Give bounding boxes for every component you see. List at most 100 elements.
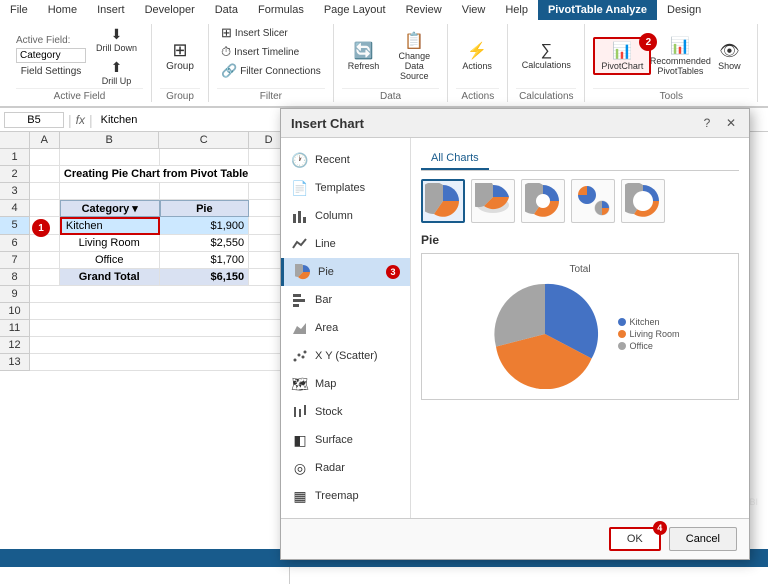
row-header-9[interactable]: 9 [0,286,30,303]
chart-type-xy-scatter[interactable]: X Y (Scatter) [281,342,410,370]
cell-b3[interactable] [60,183,160,200]
cell-12[interactable] [30,337,289,354]
cell-reference-box[interactable] [4,112,64,128]
row-header-5[interactable]: 5 [0,217,30,235]
chart-subtype-pie[interactable] [421,179,465,223]
table-row: 8 Grand Total $6,150 [0,269,289,286]
chart-subtype-doughnut[interactable] [521,179,565,223]
calculations-button[interactable]: ∑ Calculations [516,40,576,72]
chart-type-map[interactable]: 🗺 Map [281,370,410,398]
cell-a3[interactable] [30,183,60,200]
cell-10[interactable] [30,303,289,320]
cell-a4[interactable] [30,200,60,217]
cell-b6-livingroom[interactable]: Living Room [60,235,160,252]
tab-file[interactable]: File [0,0,38,20]
insert-timeline-button[interactable]: ⏱ Insert Timeline [217,43,303,61]
tab-insert[interactable]: Insert [87,0,135,20]
tab-developer[interactable]: Developer [135,0,205,20]
row-header-7[interactable]: 7 [0,252,30,269]
row-header-13[interactable]: 13 [0,354,30,371]
tab-pivottable-analyze[interactable]: PivotTable Analyze [538,0,657,20]
row-header-3[interactable]: 3 [0,183,30,200]
cell-b7-office[interactable]: Office [60,252,160,269]
row-header-8[interactable]: 8 [0,269,30,286]
row-header-11[interactable]: 11 [0,320,30,337]
row-header-1[interactable]: 1 [0,149,30,166]
cell-b8-grandtotal[interactable]: Grand Total [60,269,160,286]
cell-c5-sales[interactable]: $1,900 [160,217,250,235]
cell-a2[interactable] [30,166,60,183]
active-field-input[interactable] [16,48,86,63]
chart-preview: Total [421,253,739,400]
actions-button[interactable]: ⚡ Actions [456,39,498,73]
col-header-b[interactable]: B [60,132,160,149]
tab-formulas[interactable]: Formulas [248,0,314,20]
cell-c4-sumofsales[interactable]: Pie [160,200,250,217]
ok-button[interactable]: OK 4 [609,527,661,551]
row-header-6[interactable]: 6 [0,235,30,252]
drill-up-button[interactable]: ⬆ Drill Up [96,57,138,88]
cell-c7-sales[interactable]: $1,700 [160,252,250,269]
tab-view[interactable]: View [452,0,496,20]
chart-type-treemap[interactable]: ▦ Treemap [281,482,410,510]
change-data-source-button[interactable]: 📋 Change Data Source [389,29,439,83]
cell-b2-title[interactable]: Creating Pie Chart from Pivot Table [60,166,289,183]
cell-c8-total[interactable]: $6,150 [160,269,250,286]
filter-connections-button[interactable]: 🔗 Filter Connections [217,62,325,80]
chart-type-bar[interactable]: Bar [281,286,410,314]
chart-type-templates[interactable]: 📄 Templates [281,174,410,202]
cell-b5-kitchen[interactable]: Kitchen [60,217,160,235]
chart-type-area[interactable]: Area [281,314,410,342]
cancel-button[interactable]: Cancel [669,527,737,551]
group-button[interactable]: ⊞ Group [160,38,200,74]
chart-type-radar[interactable]: ◎ Radar [281,454,410,482]
show-button[interactable]: 👁 Show [709,39,749,73]
chart-subtype-pie-of-pie[interactable] [571,179,615,223]
col-header-c[interactable]: C [159,132,249,149]
pivotchart-button[interactable]: 📊 PivotChart 2 [593,37,651,75]
cell-13[interactable] [30,354,289,371]
tab-design[interactable]: Design [657,0,711,20]
cell-b1[interactable] [60,149,160,166]
dialog-help-button[interactable]: ? [699,115,715,131]
chart-type-line[interactable]: Line [281,230,410,258]
tab-data[interactable]: Data [205,0,248,20]
cell-b4-category[interactable]: Category ▾ [60,200,160,217]
insert-slicer-button[interactable]: ⊞ Insert Slicer [217,24,292,42]
cell-a6[interactable] [30,235,60,252]
cell-9[interactable] [30,286,289,303]
row-header-12[interactable]: 12 [0,337,30,354]
refresh-button[interactable]: 🔄 Refresh [342,39,386,73]
cell-c3[interactable] [160,183,250,200]
active-field-label: Active Field: [16,35,86,46]
chart-type-pie[interactable]: Pie 3 [281,258,410,286]
tab-home[interactable]: Home [38,0,87,20]
cell-a7[interactable] [30,252,60,269]
row-header-2[interactable]: 2 [0,166,30,183]
dialog-close-button[interactable]: ✕ [723,115,739,131]
row-header-10[interactable]: 10 [0,303,30,320]
tab-page-layout[interactable]: Page Layout [314,0,396,20]
tab-help[interactable]: Help [495,0,538,20]
field-settings-button[interactable]: Field Settings [16,65,86,78]
chart-type-stock[interactable]: Stock [281,398,410,426]
table-row: 13 [0,354,289,371]
chart-type-sunburst[interactable]: ☀ Sunburst [281,510,410,518]
tab-review[interactable]: Review [396,0,452,20]
cell-a8[interactable] [30,269,60,286]
drill-down-button[interactable]: ⬇ Drill Down [90,24,143,55]
row-header-4[interactable]: 4 [0,200,30,217]
cell-11[interactable] [30,320,289,337]
chart-type-recent[interactable]: 🕐 Recent [281,146,410,174]
cell-a1[interactable] [30,149,60,166]
all-charts-tab[interactable]: All Charts [421,148,739,171]
cell-c6-sales[interactable]: $2,550 [160,235,250,252]
chart-type-column[interactable]: Column [281,202,410,230]
chart-type-surface[interactable]: ◧ Surface [281,426,410,454]
col-header-a[interactable]: A [30,132,60,149]
recommended-pivottables-button[interactable]: 📊 Recommended PivotTables [655,34,705,78]
chart-type-pie-label: Pie [318,266,334,278]
chart-subtype-large-doughnut[interactable] [621,179,665,223]
chart-subtype-3d-pie[interactable] [471,179,515,223]
cell-c1[interactable] [160,149,250,166]
